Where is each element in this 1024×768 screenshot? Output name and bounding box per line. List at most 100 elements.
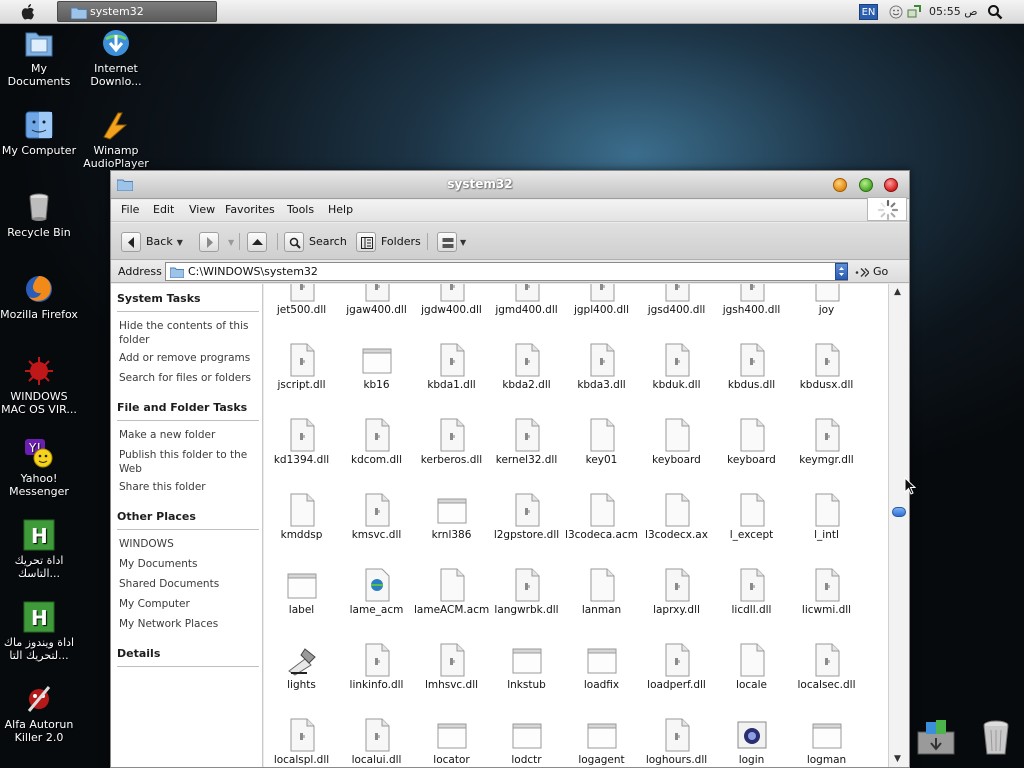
file-item[interactable]: keymgr.dll bbox=[789, 418, 864, 466]
smiley-icon[interactable] bbox=[889, 5, 903, 19]
menu-tools[interactable]: Tools bbox=[287, 203, 314, 216]
chevron-down-icon[interactable]: ▼ bbox=[460, 231, 466, 254]
file-item[interactable]: loghours.dll bbox=[639, 718, 714, 766]
file-item[interactable]: l3codecx.ax bbox=[639, 493, 714, 541]
desktop-icon-virus[interactable]: WINDOWS MAC OS VIR... bbox=[0, 355, 78, 416]
file-item[interactable]: keyboard bbox=[714, 418, 789, 466]
language-indicator[interactable]: EN bbox=[859, 4, 878, 20]
folders-button[interactable]: Folders bbox=[356, 230, 421, 253]
file-item[interactable]: logman bbox=[789, 718, 864, 766]
file-item[interactable]: jgmd400.dll bbox=[489, 284, 564, 316]
file-item[interactable]: kerberos.dll bbox=[414, 418, 489, 466]
file-item[interactable]: krnl386 bbox=[414, 493, 489, 541]
file-item[interactable]: langwrbk.dll bbox=[489, 568, 564, 616]
file-item[interactable]: kbdusx.dll bbox=[789, 343, 864, 391]
file-item[interactable]: kmsvc.dll bbox=[339, 493, 414, 541]
file-item[interactable]: kmddsp bbox=[264, 493, 339, 541]
file-item[interactable]: laprxy.dll bbox=[639, 568, 714, 616]
file-item[interactable]: l3codeca.acm bbox=[564, 493, 639, 541]
file-item[interactable]: kbda2.dll bbox=[489, 343, 564, 391]
desktop-icon-alfa-autorun[interactable]: Alfa Autorun Killer 2.0 bbox=[0, 683, 78, 744]
file-item[interactable]: label bbox=[264, 568, 339, 616]
desktop-icon-my-computer[interactable]: My Computer bbox=[0, 109, 78, 157]
close-button[interactable] bbox=[884, 178, 898, 192]
file-item[interactable]: login bbox=[714, 718, 789, 766]
file-item[interactable]: linkinfo.dll bbox=[339, 643, 414, 691]
up-button[interactable] bbox=[247, 230, 272, 253]
task-hide-contents[interactable]: Hide the contents of this folder bbox=[119, 319, 257, 347]
file-item[interactable]: localui.dll bbox=[339, 718, 414, 766]
search-button[interactable]: Search bbox=[284, 230, 347, 253]
place-my-documents[interactable]: My Documents bbox=[119, 557, 257, 571]
system-tasks-header[interactable]: System Tasks bbox=[117, 292, 259, 312]
desktop-icon-yahoo-messenger[interactable]: Y! Yahoo! Messenger bbox=[0, 437, 78, 498]
file-item[interactable]: l_except bbox=[714, 493, 789, 541]
views-button[interactable]: ▼ bbox=[437, 230, 466, 253]
file-item[interactable]: lodctr bbox=[489, 718, 564, 766]
file-item[interactable]: localspl.dll bbox=[264, 718, 339, 766]
file-item[interactable]: kbdus.dll bbox=[714, 343, 789, 391]
desktop-icon-recycle-bin[interactable]: Recycle Bin bbox=[0, 191, 78, 239]
scroll-down-icon[interactable]: ▼ bbox=[894, 754, 901, 764]
file-item[interactable]: l_intl bbox=[789, 493, 864, 541]
dock-trash-icon[interactable] bbox=[981, 718, 1011, 758]
desktop-icon-firefox[interactable]: Mozilla Firefox bbox=[0, 273, 78, 321]
file-item[interactable]: kernel32.dll bbox=[489, 418, 564, 466]
file-item[interactable]: kdcom.dll bbox=[339, 418, 414, 466]
desktop-icon-mac-tool[interactable]: H اداة ويندوز ماك لتحريك التا... bbox=[0, 601, 78, 662]
file-item[interactable]: loadfix bbox=[564, 643, 639, 691]
file-item[interactable]: key01 bbox=[564, 418, 639, 466]
file-item[interactable]: jgsd400.dll bbox=[639, 284, 714, 316]
desktop-icon-internet-download[interactable]: Internet Downlo... bbox=[77, 27, 155, 88]
file-item[interactable]: jgaw400.dll bbox=[339, 284, 414, 316]
file-item[interactable]: l2gpstore.dll bbox=[489, 493, 564, 541]
file-item[interactable]: logagent bbox=[564, 718, 639, 766]
address-input[interactable]: C:\WINDOWS\system32 bbox=[165, 262, 848, 281]
menu-favorites[interactable]: Favorites bbox=[225, 203, 275, 216]
task-add-remove-programs[interactable]: Add or remove programs bbox=[119, 351, 257, 365]
network-icon[interactable] bbox=[907, 4, 923, 20]
vertical-scrollbar[interactable]: ▲ ▼ bbox=[888, 284, 909, 767]
desktop-icon-taskbar-tool[interactable]: H اداة تحريك التاسك... bbox=[0, 519, 78, 580]
go-button[interactable]: Go bbox=[855, 265, 888, 278]
file-item[interactable]: lights bbox=[264, 643, 339, 691]
task-publish-folder[interactable]: Publish this folder to the Web bbox=[119, 448, 257, 476]
file-item[interactable]: lanman bbox=[564, 568, 639, 616]
maximize-button[interactable] bbox=[859, 178, 873, 192]
minimize-button[interactable] bbox=[833, 178, 847, 192]
file-item[interactable]: kbduk.dll bbox=[639, 343, 714, 391]
file-item[interactable]: localsec.dll bbox=[789, 643, 864, 691]
file-item[interactable]: jscript.dll bbox=[264, 343, 339, 391]
details-header[interactable]: Details bbox=[117, 647, 259, 667]
file-item[interactable]: lnkstub bbox=[489, 643, 564, 691]
menu-view[interactable]: View bbox=[189, 203, 215, 216]
task-make-new-folder[interactable]: Make a new folder bbox=[119, 428, 257, 442]
place-my-computer[interactable]: My Computer bbox=[119, 597, 257, 611]
file-item[interactable]: kbda3.dll bbox=[564, 343, 639, 391]
file-item[interactable]: licwmi.dll bbox=[789, 568, 864, 616]
file-item[interactable]: joy bbox=[789, 284, 864, 316]
file-item[interactable]: kbda1.dll bbox=[414, 343, 489, 391]
title-bar[interactable]: system32 bbox=[111, 171, 909, 199]
downloads-stack-icon[interactable] bbox=[916, 718, 956, 758]
place-my-network-places[interactable]: My Network Places bbox=[119, 617, 257, 631]
file-item[interactable]: jgdw400.dll bbox=[414, 284, 489, 316]
apple-icon[interactable] bbox=[20, 3, 36, 21]
address-dropdown[interactable] bbox=[835, 263, 848, 280]
menu-help[interactable]: Help bbox=[328, 203, 353, 216]
file-folder-tasks-header[interactable]: File and Folder Tasks bbox=[117, 401, 259, 421]
desktop-icon-my-documents[interactable]: My Documents bbox=[0, 27, 78, 88]
forward-button[interactable]: ▼ bbox=[199, 230, 234, 253]
file-item[interactable]: licdll.dll bbox=[714, 568, 789, 616]
scroll-up-icon[interactable]: ▲ bbox=[894, 287, 901, 297]
menu-file[interactable]: File bbox=[121, 203, 139, 216]
chevron-down-icon[interactable]: ▼ bbox=[177, 231, 183, 254]
search-icon[interactable] bbox=[987, 4, 1003, 20]
clock[interactable]: 05:55 ص bbox=[929, 5, 978, 18]
file-item[interactable]: keyboard bbox=[639, 418, 714, 466]
task-search-files[interactable]: Search for files or folders bbox=[119, 371, 257, 385]
place-shared-documents[interactable]: Shared Documents bbox=[119, 577, 257, 591]
task-share-folder[interactable]: Share this folder bbox=[119, 480, 257, 494]
desktop-icon-winamp[interactable]: Winamp AudioPlayer bbox=[77, 109, 155, 170]
file-item[interactable]: lame_acm bbox=[339, 568, 414, 616]
